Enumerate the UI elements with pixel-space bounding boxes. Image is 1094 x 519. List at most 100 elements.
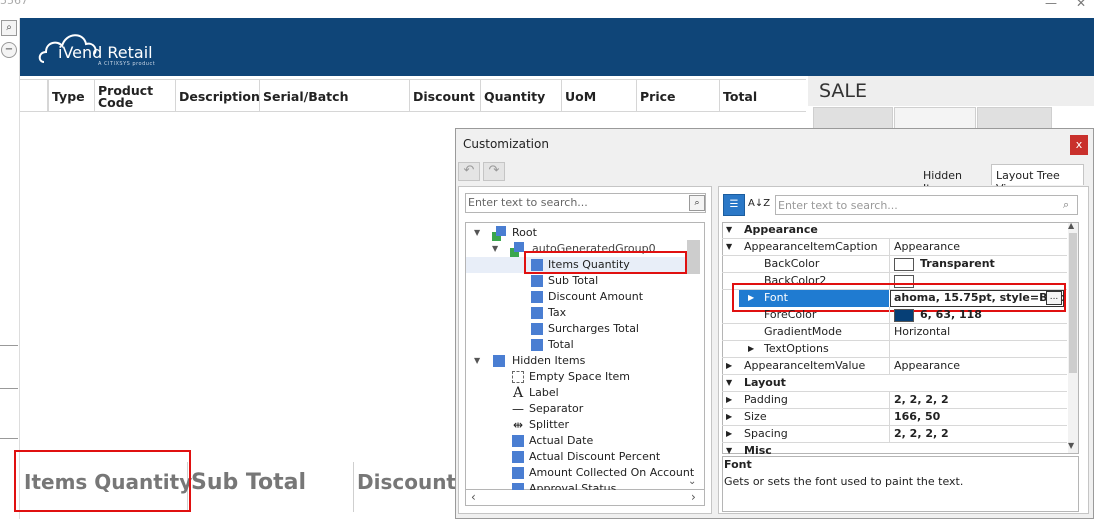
alphabetical-sort-icon[interactable]: A↓Z xyxy=(748,194,770,216)
tree-item[interactable]: Empty Space Item xyxy=(512,369,630,385)
category-appearance[interactable]: ▼ Appearance xyxy=(722,222,1067,239)
prop-value[interactable]: 6, 63, 118 xyxy=(891,307,982,323)
search-icon[interactable]: ⌕ xyxy=(689,195,705,211)
col-quantity[interactable]: Quantity xyxy=(480,80,561,113)
tab-hidden-items[interactable]: Hidden Items xyxy=(920,166,991,195)
category-layout[interactable]: ▼ Layout xyxy=(722,375,1067,392)
col-serial-batch[interactable]: Serial/Batch xyxy=(259,80,409,113)
collapse-icon[interactable]: ▼ xyxy=(726,375,732,391)
prop-value[interactable]: Transparent xyxy=(891,256,995,272)
collapse-icon[interactable]: ▼ xyxy=(726,239,732,255)
prop-size[interactable]: ▶ Size 166, 50 xyxy=(722,409,1067,426)
prop-value[interactable]: 166, 50 xyxy=(891,409,940,425)
sale-action-button[interactable] xyxy=(894,107,976,129)
undo-button[interactable]: ↶ xyxy=(458,162,480,181)
col-price[interactable]: Price xyxy=(636,80,719,113)
discount-label: Discount xyxy=(357,470,456,494)
divider xyxy=(889,358,890,375)
tree-item[interactable]: — Separator xyxy=(512,401,583,417)
expand-icon[interactable]: ▶ xyxy=(726,392,732,408)
close-window-button[interactable]: ✕ xyxy=(1076,0,1086,10)
tree-item[interactable]: Actual Date xyxy=(512,433,593,449)
prop-appearance-item-caption[interactable]: ▼ AppearanceItemCaption Appearance xyxy=(722,239,1067,256)
category-label: Appearance xyxy=(744,223,818,236)
categorized-view-icon[interactable]: ☰ xyxy=(723,194,745,216)
sale-label: SALE xyxy=(819,80,868,102)
expand-icon[interactable]: ▼ xyxy=(474,353,480,369)
prop-value[interactable]: 2, 2, 2, 2 xyxy=(891,426,949,442)
tree-item[interactable]: Total xyxy=(531,337,574,353)
prop-value[interactable]: Horizontal xyxy=(891,324,950,340)
category-label: Misc xyxy=(744,444,772,454)
divider xyxy=(889,307,890,324)
prop-appearance-item-value[interactable]: ▶ AppearanceItemValue Appearance xyxy=(722,358,1067,375)
tree-scrollbar[interactable]: ⌄ xyxy=(687,240,700,490)
app-header xyxy=(20,18,1094,76)
tree-item[interactable]: ⇹ Splitter xyxy=(512,417,569,433)
prop-text-options[interactable]: ▶ TextOptions xyxy=(722,341,1067,358)
sub-total-label: Sub Total xyxy=(191,470,307,495)
chevron-right-icon[interactable]: › xyxy=(691,490,696,504)
empty-space-icon xyxy=(512,371,524,383)
prop-value[interactable]: Appearance xyxy=(891,358,960,374)
tree-item[interactable]: Amount Collected On Account xyxy=(512,465,694,481)
tab-layout-tree-view[interactable]: Layout Tree View xyxy=(991,164,1084,195)
expand-icon[interactable]: ▶ xyxy=(726,358,732,374)
expand-icon[interactable]: ▶ xyxy=(726,409,732,425)
prop-name: GradientMode xyxy=(764,325,842,338)
col-discount[interactable]: Discount xyxy=(409,80,480,113)
tree-item[interactable]: A Label xyxy=(512,385,559,401)
properties-scrollbar[interactable]: ▲ ▼ xyxy=(1068,221,1078,453)
col-description[interactable]: Description xyxy=(175,80,260,113)
col-type[interactable]: Type xyxy=(48,80,94,113)
prop-gradient-mode[interactable]: GradientMode Horizontal xyxy=(722,324,1067,341)
remove-icon[interactable]: − xyxy=(1,42,17,58)
tree-item-label: Empty Space Item xyxy=(529,370,631,383)
category-misc[interactable]: ▼ Misc xyxy=(722,443,1067,454)
scrollbar-thumb[interactable] xyxy=(1069,233,1077,373)
prop-spacing[interactable]: ▶ Spacing 2, 2, 2, 2 xyxy=(722,426,1067,443)
tree-horizontal-scrollbar[interactable]: ‹ › xyxy=(465,490,705,506)
top-strip xyxy=(0,0,1094,18)
chevron-down-icon[interactable]: ⌄ xyxy=(688,476,696,487)
collapse-icon[interactable]: ▼ xyxy=(726,222,732,238)
prop-padding[interactable]: ▶ Padding 2, 2, 2, 2 xyxy=(722,392,1067,409)
divider xyxy=(889,341,890,358)
logo-subtitle: A CITIXSYS product xyxy=(98,61,156,67)
expand-icon[interactable]: ▼ xyxy=(492,241,498,257)
prop-value[interactable]: 2, 2, 2, 2 xyxy=(891,392,949,408)
prop-fore-color[interactable]: ForeColor 6, 63, 118 xyxy=(722,307,1067,324)
color-value: Transparent xyxy=(920,257,995,270)
sale-action-button[interactable] xyxy=(813,107,893,129)
col-uom[interactable]: UoM xyxy=(561,80,636,113)
highlight-box xyxy=(524,251,687,274)
tree-item[interactable]: Sub Total xyxy=(531,273,598,289)
col-product-code[interactable]: Product Code xyxy=(94,80,175,113)
tree-item[interactable]: Surcharges Total xyxy=(531,321,639,337)
tree-item[interactable]: Actual Discount Percent xyxy=(512,449,660,465)
tree-item[interactable]: Discount Amount xyxy=(531,289,643,305)
prop-value[interactable]: Appearance xyxy=(891,239,960,255)
search-icon[interactable]: ⌕ xyxy=(1063,198,1069,212)
prop-name: AppearanceItemCaption xyxy=(744,240,878,253)
tree-item[interactable]: Approval Status xyxy=(512,481,616,490)
search-icon[interactable]: ⌕ xyxy=(1,20,17,36)
chevron-left-icon[interactable]: ‹ xyxy=(471,490,476,504)
chevron-down-icon[interactable]: ▼ xyxy=(1068,441,1074,450)
sale-action-button[interactable] xyxy=(977,107,1052,129)
scrollbar-thumb[interactable] xyxy=(687,240,700,274)
description-title: Font xyxy=(724,458,752,471)
chevron-up-icon[interactable]: ▲ xyxy=(1068,221,1074,230)
expand-icon[interactable]: ▶ xyxy=(726,426,732,442)
close-icon[interactable]: x xyxy=(1070,135,1088,155)
item-icon xyxy=(531,275,543,287)
redo-button[interactable]: ↷ xyxy=(483,162,505,181)
prop-back-color[interactable]: BackColor Transparent xyxy=(722,256,1067,273)
expand-icon[interactable]: ▶ xyxy=(748,341,754,357)
collapse-icon[interactable]: ▼ xyxy=(726,443,732,454)
description-text: Gets or sets the font used to paint the … xyxy=(724,475,964,488)
expand-icon[interactable]: ▼ xyxy=(474,225,480,241)
tree-item[interactable]: Tax xyxy=(531,305,566,321)
minimize-button[interactable]: — xyxy=(1045,0,1057,10)
col-total[interactable]: Total xyxy=(719,80,806,113)
